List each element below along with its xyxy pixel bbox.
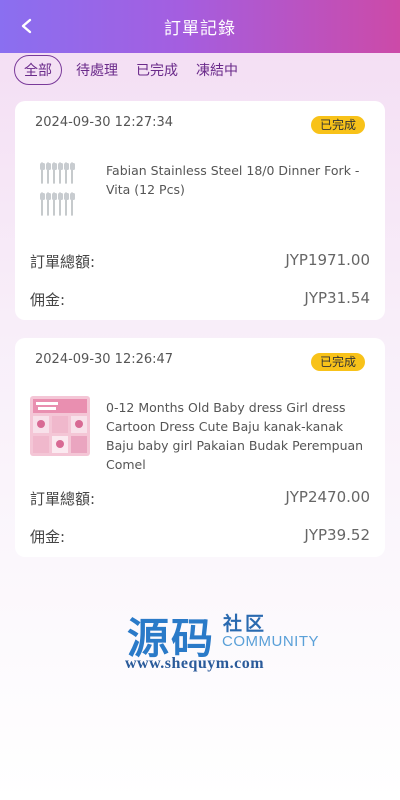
product-image <box>30 396 90 456</box>
order-card[interactable]: 2024-09-30 12:26:47 已完成 0-12 Months Old … <box>15 338 385 557</box>
product-name: 0-12 Months Old Baby dress Girl dress Ca… <box>106 400 364 472</box>
back-button[interactable] <box>14 13 40 39</box>
order-total-row: 訂單總額: JYP1971.00 <box>30 251 370 272</box>
tab-completed[interactable]: 已完成 <box>136 55 178 85</box>
order-total-label: 訂單總額: <box>30 253 96 271</box>
status-badge: 已完成 <box>310 353 365 371</box>
order-total-row: 訂單總額: JYP2470.00 <box>30 488 370 509</box>
watermark-logo: 源码 社区 COMMUNITY www.shequym.com <box>125 605 325 675</box>
order-total-label: 訂單總額: <box>30 490 96 508</box>
order-total-value: JYP2470.00 <box>285 488 370 506</box>
page-title: 訂單記錄 <box>164 19 236 39</box>
tab-pending[interactable]: 待處理 <box>76 55 118 85</box>
watermark-small-text: 社区 <box>223 613 268 635</box>
tab-all[interactable]: 全部 <box>14 55 62 85</box>
watermark-community-text: COMMUNITY <box>222 633 319 650</box>
commission-value: JYP39.52 <box>304 526 370 544</box>
tab-frozen[interactable]: 凍結中 <box>196 55 238 85</box>
commission-label: 佣金: <box>30 528 66 546</box>
forks-image <box>30 159 90 219</box>
commission-row: 佣金: JYP31.54 <box>30 289 370 310</box>
commission-row: 佣金: JYP39.52 <box>30 526 370 547</box>
commission-label: 佣金: <box>30 291 66 309</box>
baby-dress-image <box>30 396 90 456</box>
commission-value: JYP31.54 <box>304 289 370 307</box>
order-date: 2024-09-30 12:27:34 <box>35 115 174 130</box>
header-bar: 訂單記錄 <box>0 0 400 53</box>
chevron-left-icon <box>21 18 32 34</box>
order-total-value: JYP1971.00 <box>285 251 370 269</box>
status-tabs: 全部 待處理 已完成 凍結中 <box>14 55 256 85</box>
product-image <box>30 159 90 219</box>
order-date: 2024-09-30 12:26:47 <box>35 352 174 367</box>
status-badge: 已完成 <box>310 116 365 134</box>
order-card[interactable]: 2024-09-30 12:27:34 已完成 Fabian Stainless… <box>15 101 385 320</box>
watermark-url: www.shequym.com <box>125 655 265 672</box>
product-name: Fabian Stainless Steel 18/0 Dinner Fork … <box>106 163 360 197</box>
